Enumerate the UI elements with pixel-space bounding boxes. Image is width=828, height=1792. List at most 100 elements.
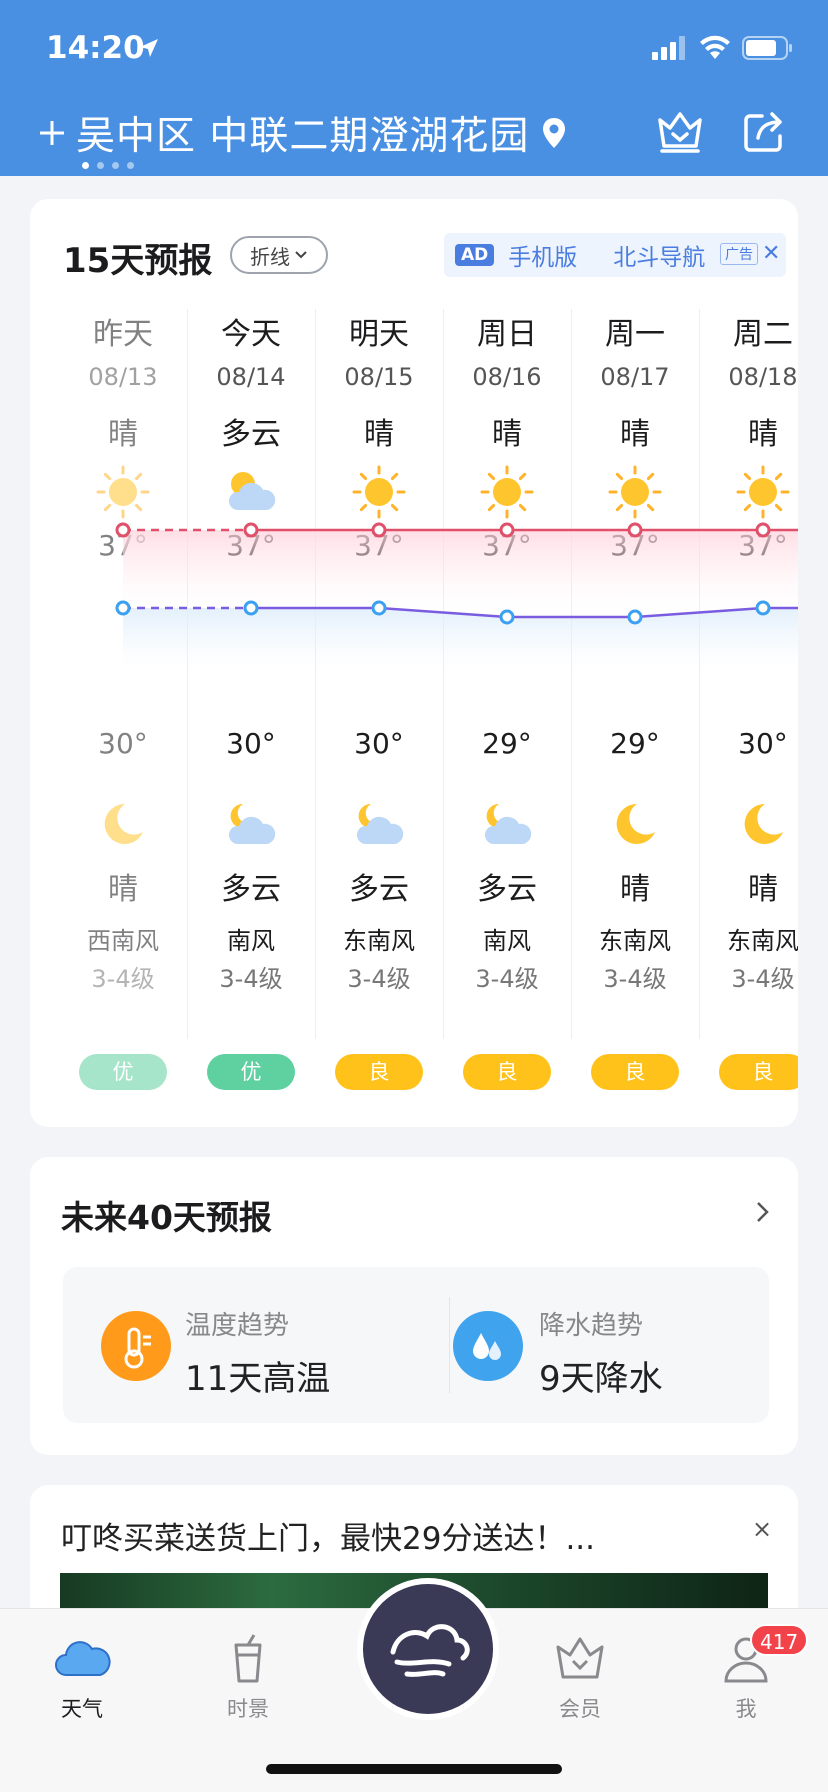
- low-temp: 30°: [98, 727, 148, 760]
- location-arrow-icon: [140, 39, 158, 57]
- wind-level: 3-4级: [603, 965, 667, 993]
- low-temp: 29°: [482, 727, 532, 760]
- tab-weather[interactable]: 天气: [32, 1633, 132, 1723]
- cloudy-night-icon: [223, 796, 279, 852]
- divider: [449, 1297, 450, 1393]
- high-temp: 37°: [98, 529, 148, 562]
- low-temp-point: [755, 600, 771, 616]
- high-temp: 37°: [738, 529, 788, 562]
- wind-direction: 南风: [227, 927, 275, 955]
- forecast-40-card[interactable]: 未来40天预报 温度趋势 11天高温 降水趋势 9天降水: [30, 1157, 798, 1455]
- home-indicator: [266, 1764, 562, 1774]
- wind-level: 3-4级: [731, 965, 795, 993]
- vip-crown-icon[interactable]: [656, 110, 704, 154]
- wind-level: 3-4级: [219, 965, 283, 993]
- tab-label-weather: 天气: [61, 1697, 103, 1721]
- low-temp-point: [371, 600, 387, 616]
- ad-label: 广告: [720, 243, 758, 265]
- date-label: 08/15: [344, 363, 414, 391]
- chevron-right-icon[interactable]: [752, 1197, 774, 1227]
- cup-icon: [234, 1634, 262, 1683]
- raindrop-icon: [453, 1311, 523, 1381]
- day-condition: 晴: [748, 417, 778, 452]
- tab-label-me: 我: [735, 1697, 757, 1721]
- tab-member[interactable]: 会员: [530, 1633, 630, 1723]
- night-condition: 晴: [108, 872, 138, 907]
- share-icon[interactable]: [742, 110, 786, 154]
- wifi-icon: [700, 35, 730, 59]
- notification-badge: 417: [750, 1624, 809, 1656]
- chart-mode-toggle[interactable]: 折线: [230, 236, 328, 274]
- forecast-15-title: 15天预报: [63, 241, 213, 281]
- day-label: 明天: [349, 317, 409, 352]
- day-condition: 晴: [364, 417, 394, 452]
- night-condition: 多云: [221, 872, 281, 907]
- high-temp: 37°: [354, 529, 404, 562]
- city-selector[interactable]: 吴中区 中联二期澄湖花园: [36, 105, 567, 161]
- day-label: 周二: [733, 317, 793, 352]
- low-temp: 30°: [738, 727, 788, 760]
- aqi-badge: 良: [335, 1054, 423, 1090]
- low-temp-point: [243, 600, 259, 616]
- day-condition: 晴: [620, 417, 650, 452]
- temp-trend-label: 温度趋势: [185, 1311, 290, 1341]
- date-label: 08/16: [472, 363, 542, 391]
- low-temp-point: [627, 609, 643, 625]
- low-temp-point: [115, 600, 131, 616]
- ad-banner-small[interactable]: AD 手机版 北斗导航 广告 ✕: [444, 233, 786, 277]
- thermometer-icon: [101, 1311, 171, 1381]
- ad-text-2: 北斗导航: [613, 245, 706, 271]
- temp-trend-value: 11天高温: [185, 1359, 331, 1399]
- wind-direction: 南风: [483, 927, 531, 955]
- page-indicator: [82, 162, 134, 169]
- moon-icon: [607, 796, 663, 852]
- ad-close-icon[interactable]: ✕: [762, 241, 780, 266]
- ad-tag: AD: [455, 244, 495, 266]
- sun-icon: [607, 464, 663, 520]
- wind-direction: 西南风: [87, 927, 159, 955]
- ad-headline[interactable]: 叮咚买菜送货上门，最快29分送达！...: [61, 1513, 595, 1558]
- chart-mode-label: 折线: [250, 244, 290, 269]
- tab-label-member: 会员: [559, 1697, 601, 1721]
- wind-direction: 东南风: [599, 927, 671, 955]
- sun-icon: [479, 464, 535, 520]
- cellular-signal-icon: [652, 36, 685, 60]
- high-temp: 37°: [226, 529, 276, 562]
- tab-scenery[interactable]: 时景: [198, 1633, 298, 1723]
- tab-label-scenery: 时景: [227, 1697, 269, 1721]
- battery-icon: [742, 36, 792, 60]
- center-weather-button[interactable]: [357, 1578, 499, 1720]
- wind-direction: 东南风: [343, 927, 415, 955]
- rain-trend-value: 9天降水: [539, 1359, 663, 1399]
- wind-level: 3-4级: [347, 965, 411, 993]
- forecast-15-card: 15天预报 折线 AD 手机版 北斗导航 广告 ✕ 昨天 08/13 晴 37° 30°…: [30, 199, 798, 1127]
- location-pin-icon: [543, 118, 566, 148]
- add-city-icon[interactable]: [36, 117, 68, 149]
- city-name[interactable]: 吴中区 中联二期澄湖花园: [76, 105, 529, 161]
- low-temp: 30°: [226, 727, 276, 760]
- low-temp-area: [123, 608, 798, 669]
- top-header: 14:20 吴中区 中联二期澄湖花园: [0, 0, 828, 176]
- chevron-down-icon: [295, 251, 307, 259]
- aqi-badge: 良: [463, 1054, 551, 1090]
- high-temp: 37°: [610, 529, 660, 562]
- date-label: 08/13: [88, 363, 158, 391]
- day-label: 昨天: [93, 317, 153, 352]
- night-condition: 多云: [477, 872, 537, 907]
- ad-text-1: 手机版: [508, 245, 578, 271]
- day-condition: 多云: [221, 417, 281, 452]
- day-condition: 晴: [108, 417, 138, 452]
- cloudy-night-icon: [351, 796, 407, 852]
- ad-card-close-icon[interactable]: ×: [752, 1515, 772, 1543]
- aqi-badge: 良: [591, 1054, 679, 1090]
- rain-trend-label: 降水趋势: [539, 1311, 644, 1341]
- status-time: 14:20: [46, 30, 145, 66]
- low-temp: 29°: [610, 727, 660, 760]
- sun-icon: [735, 464, 791, 520]
- partly-cloudy-icon: [223, 464, 279, 520]
- date-label: 08/17: [600, 363, 670, 391]
- day-label: 周一: [605, 317, 665, 352]
- cloud-icon: [55, 1641, 111, 1676]
- low-temp: 30°: [354, 727, 404, 760]
- swirl-cloud-icon: [390, 1624, 470, 1677]
